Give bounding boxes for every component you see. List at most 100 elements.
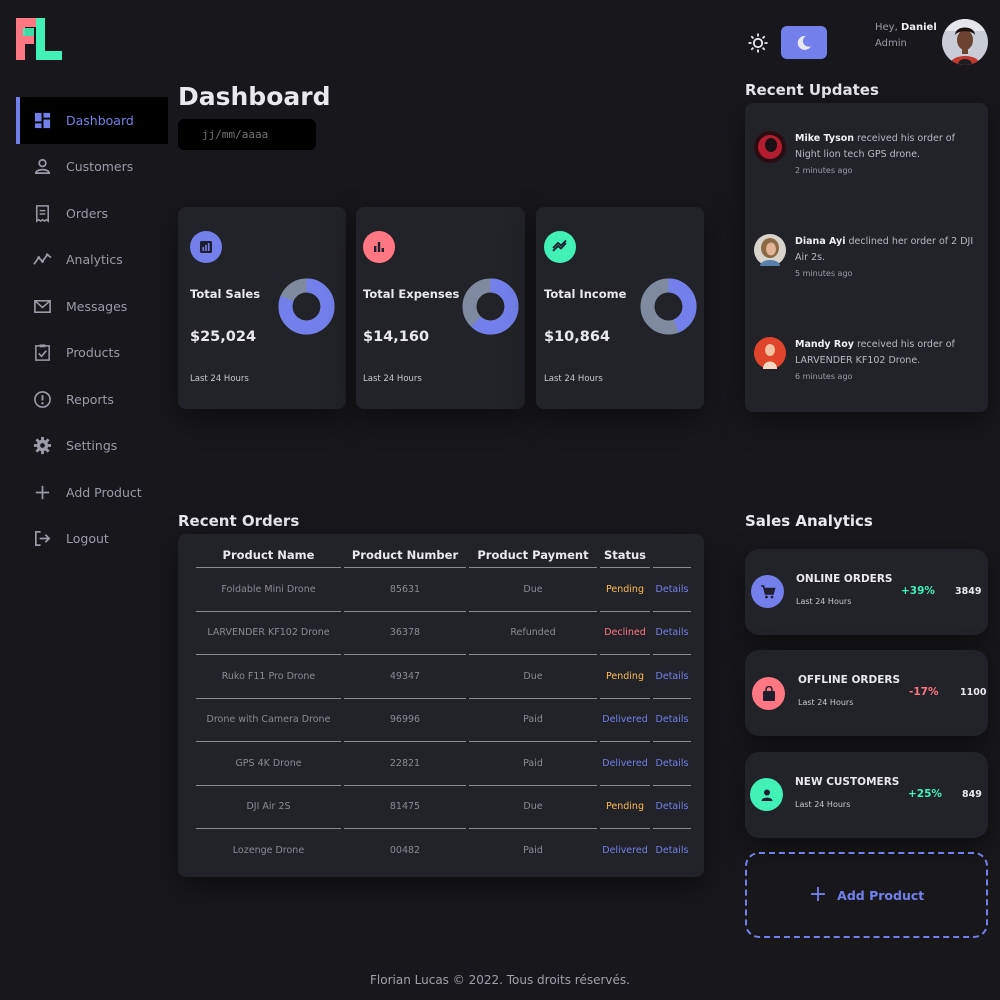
column-header: Product Number — [344, 542, 466, 568]
sidebar-item-label: Messages — [66, 298, 128, 314]
stat-value: $10,864 — [544, 329, 611, 345]
table-row: Ruko F11 Pro Drone 49347 Due Pending Details — [196, 655, 691, 699]
payment-cell: Due — [469, 568, 597, 612]
update-text: Diana Ayi declined her order of 2 DJI Ai… — [795, 234, 975, 282]
sidebar-item-products[interactable]: Products — [16, 330, 168, 377]
status-cell: Pending — [600, 655, 650, 699]
sa-percent: +39% — [901, 585, 935, 597]
sidebar-item-reports[interactable]: Reports — [16, 376, 168, 423]
progress-donut — [640, 278, 697, 335]
product-name-cell: Foldable Mini Drone — [196, 568, 341, 612]
table-row: LARVENDER KF102 Drone 36378 Refunded Declin… — [196, 612, 691, 655]
sidebar-item-customers[interactable]: Customers — [16, 144, 168, 191]
product-number-cell: 81475 — [344, 786, 466, 829]
logo — [14, 14, 64, 64]
details-link[interactable]: Details — [653, 829, 691, 873]
update-name: Mandy Roy — [795, 339, 854, 350]
sidebar-item-label: Settings — [66, 438, 118, 454]
recent-updates-card: Mike Tyson received his order of Night l… — [745, 103, 988, 412]
update-time: 2 minutes ago — [795, 166, 853, 175]
product-number-cell: 00482 — [389, 845, 421, 857]
online-orders-card: ONLINE ORDERS Last 24 Hours +39% 3849 — [745, 549, 988, 635]
sa-sub: Last 24 Hours — [795, 800, 851, 809]
status-cell: Delivered — [600, 742, 650, 786]
details-link[interactable]: Details — [653, 568, 691, 612]
payment-cell: Due — [469, 786, 597, 829]
theme-toggle[interactable] — [745, 26, 827, 59]
date-input[interactable] — [178, 119, 316, 150]
progress-donut — [462, 278, 519, 335]
payment-cell: Paid — [523, 845, 543, 857]
analytics-icon — [32, 250, 52, 270]
table-row: Drone with Camera Drone 96996 Paid Delivere… — [196, 699, 691, 742]
details-link[interactable]: Details — [653, 612, 691, 655]
add-product-label: Add Product — [837, 887, 925, 903]
new-customers-card: NEW CUSTOMERS Last 24 Hours +25% 849 — [745, 752, 988, 838]
sidebar-item-settings[interactable]: Settings — [16, 423, 168, 470]
stat-note: Last 24 Hours — [190, 374, 249, 384]
stat-title: Total Sales — [190, 287, 261, 301]
sidebar-item-label: Reports — [66, 391, 114, 407]
update-text: Mandy Roy received his order of LARVENDE… — [795, 337, 975, 385]
sidebar-item-messages[interactable]: Messages — [16, 283, 168, 330]
details-link[interactable]: Details — [653, 699, 691, 742]
sidebar-item-label: Add Product — [66, 484, 142, 500]
plus-icon: + — [808, 882, 828, 907]
bar-graph-icon — [363, 231, 395, 263]
status-cell: Delivered — [600, 699, 650, 742]
bar-chart-icon — [190, 231, 222, 263]
payment-cell: Paid — [469, 742, 597, 786]
payment-cell: Due — [469, 655, 597, 699]
profile-name: Daniel — [900, 22, 937, 33]
total-expenses-card: Total Expenses $14,160 Last 24 Hours — [356, 207, 525, 409]
product-number-cell: 22821 — [344, 742, 466, 786]
recent-orders-card: Product Name Product Number Product Paym… — [178, 534, 704, 877]
status-cell: Delivered — [602, 845, 648, 857]
stat-title: Total Income — [544, 287, 627, 301]
sidebar-item-logout[interactable]: Logout — [16, 516, 168, 563]
total-sales-card: Total Sales $25,024 Last 24 Hours — [178, 207, 346, 409]
sidebar-item-analytics[interactable]: Analytics — [16, 237, 168, 284]
sidebar-item-label: Logout — [66, 531, 109, 547]
add-product-button[interactable]: + Add Product — [745, 852, 988, 938]
sa-count: 1100 — [960, 687, 987, 698]
bag-icon — [752, 677, 785, 710]
sa-percent: +25% — [908, 788, 942, 800]
details-link[interactable]: Details — [653, 742, 691, 786]
footer: Florian Lucas © 2022. Tous droits réserv… — [370, 973, 630, 987]
update-time: 5 minutes ago — [795, 269, 853, 278]
sa-title: NEW CUSTOMERS — [795, 776, 900, 788]
sidebar-item-label: Analytics — [66, 252, 123, 268]
stat-value: $25,024 — [190, 329, 257, 345]
moon-icon[interactable] — [781, 26, 827, 59]
details-link[interactable]: Details — [653, 655, 691, 699]
sidebar-item-add-product[interactable]: Add Product — [16, 469, 168, 516]
sidebar: Dashboard Customers Orders Analytics Mes… — [16, 97, 168, 562]
sidebar-item-label: Dashboard — [66, 112, 134, 128]
trend-icon — [544, 231, 576, 263]
column-header: Product Payment — [469, 542, 597, 568]
cart-icon — [751, 575, 784, 608]
sa-sub: Last 24 Hours — [796, 597, 852, 606]
stat-value: $14,160 — [363, 329, 430, 345]
sa-sub: Last 24 Hours — [798, 698, 854, 707]
update-name: Diana Ayi — [795, 236, 846, 247]
profile-role: Admin — [875, 38, 907, 49]
sa-title: ONLINE ORDERS — [796, 573, 893, 585]
report-icon — [32, 389, 52, 409]
update-name: Mike Tyson — [795, 133, 855, 144]
sun-icon[interactable] — [745, 30, 771, 56]
table-row: Lozenge Drone 00482 Paid Delivered Details — [196, 829, 691, 873]
product-number-cell: 85631 — [344, 568, 466, 612]
product-name-cell: DJI Air 2S — [196, 786, 341, 829]
table-row: DJI Air 2S 81475 Due Pending Details — [196, 786, 691, 829]
sidebar-item-orders[interactable]: Orders — [16, 190, 168, 237]
progress-donut — [278, 278, 335, 335]
details-link[interactable]: Details — [653, 786, 691, 829]
sidebar-item-dashboard[interactable]: Dashboard — [16, 97, 168, 144]
profile-info: Hey, Daniel Admin — [875, 20, 937, 52]
avatar[interactable] — [942, 19, 988, 65]
product-name-cell: Lozenge Drone — [232, 845, 305, 857]
sa-count: 849 — [962, 789, 982, 800]
sa-percent: -17% — [909, 686, 939, 698]
